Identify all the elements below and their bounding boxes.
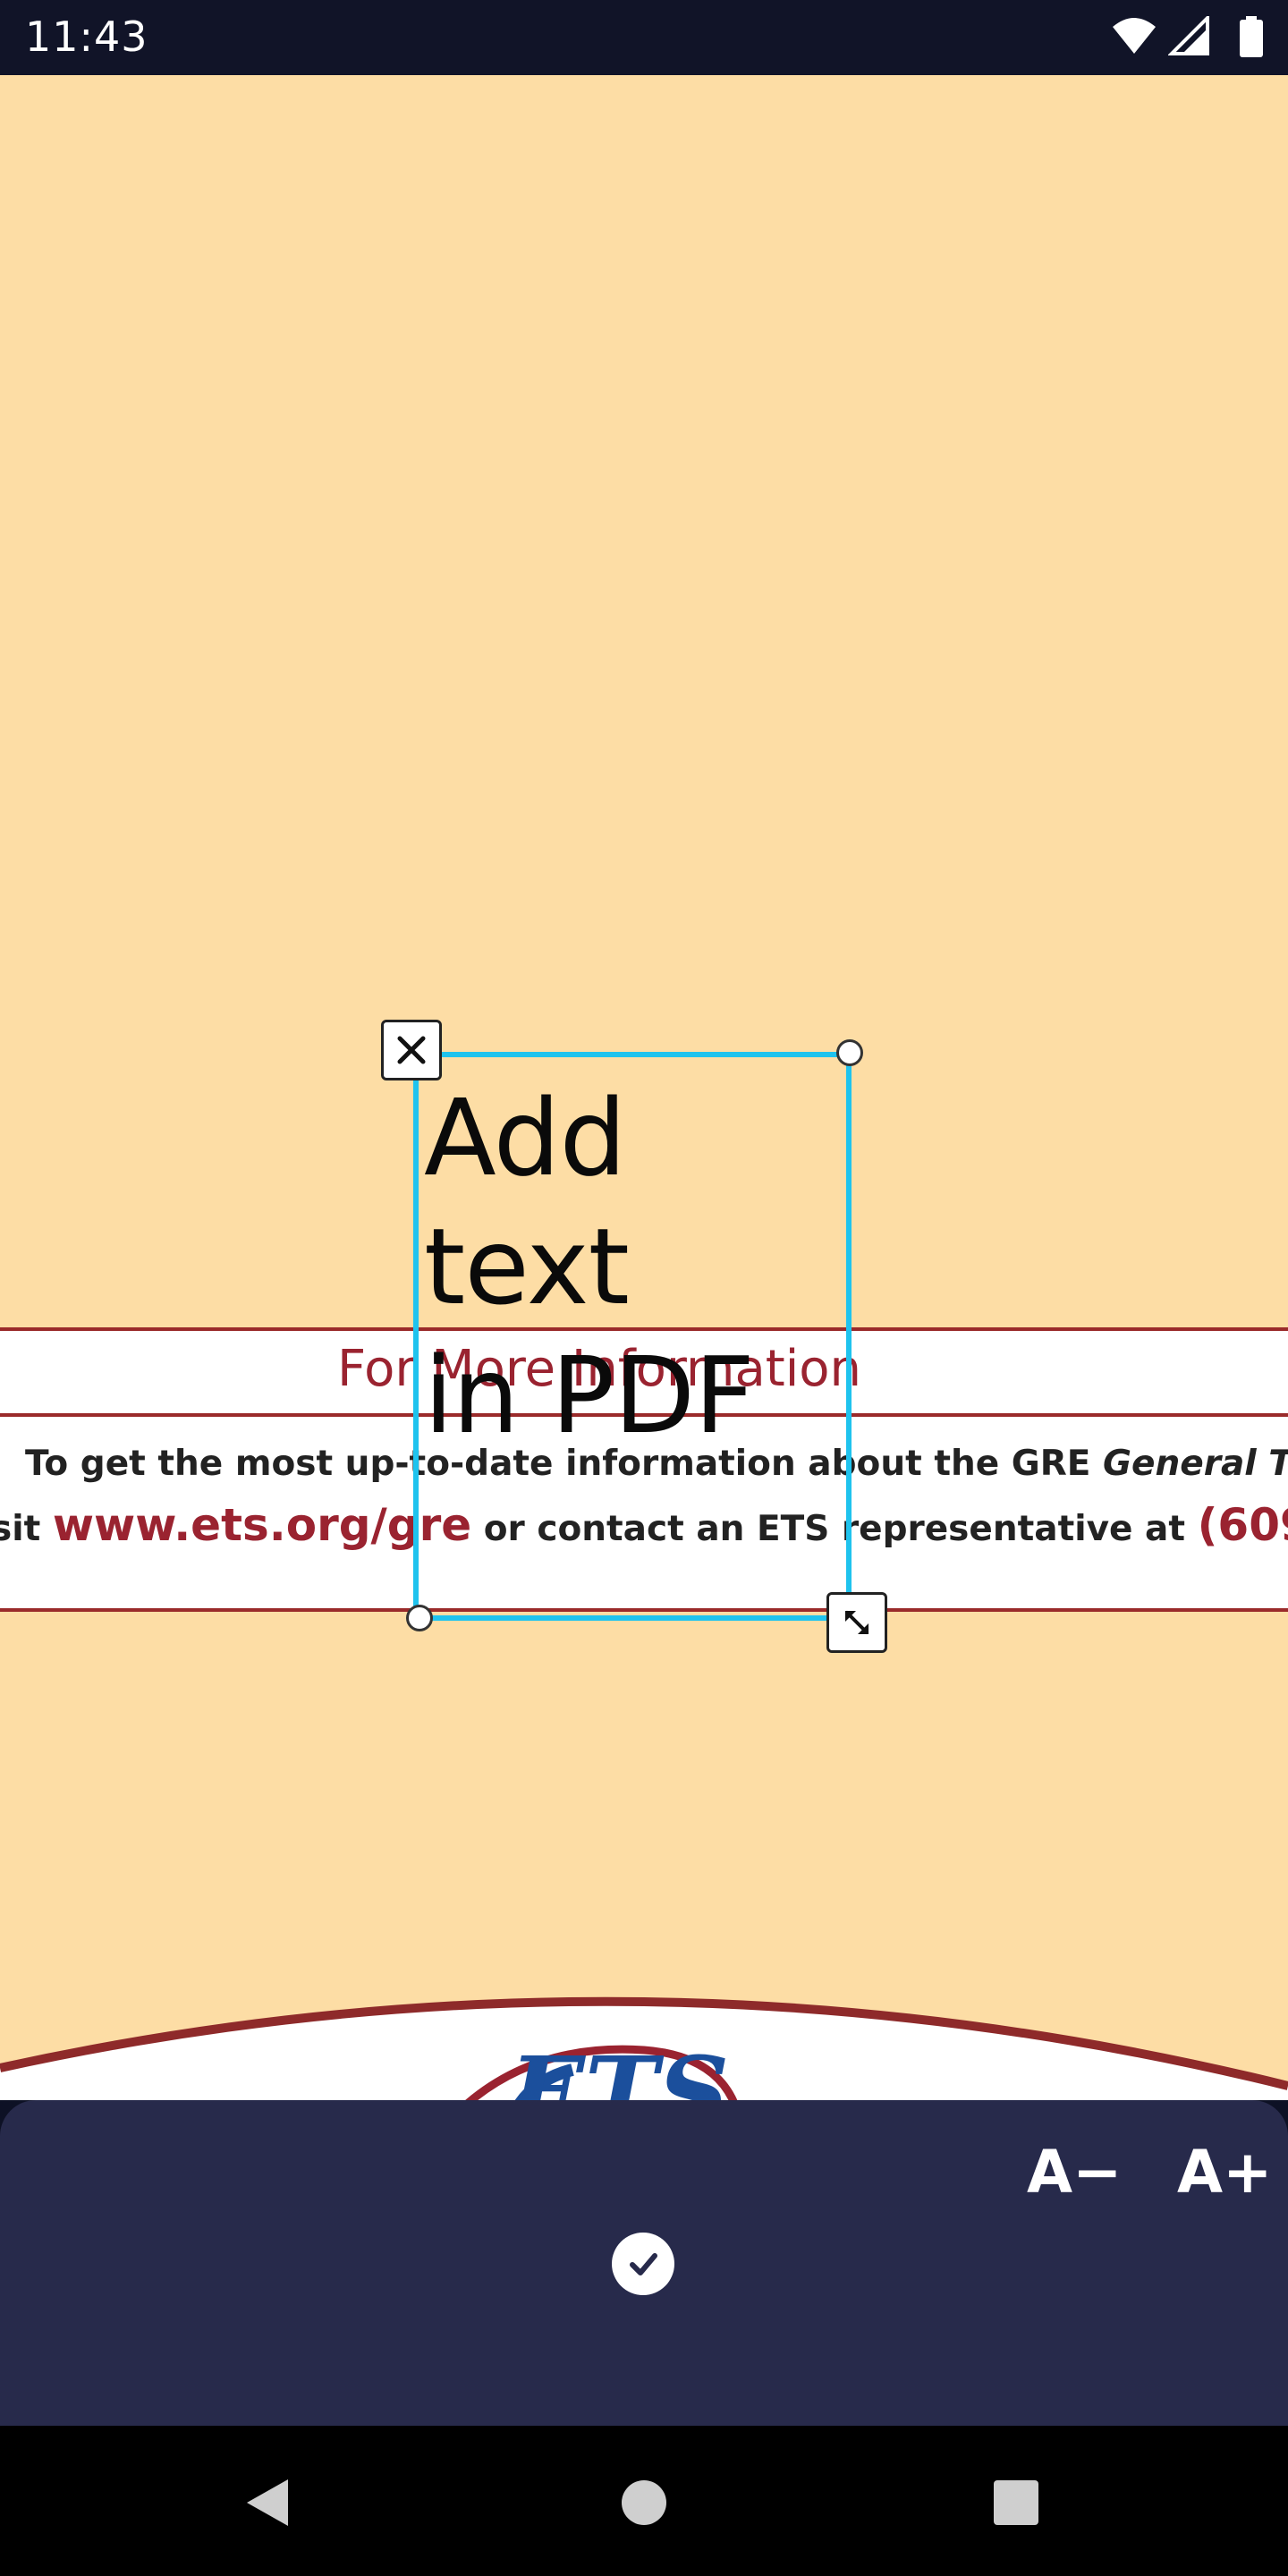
status-bar: 11:43: [0, 0, 1288, 75]
confirm-button[interactable]: [612, 2233, 674, 2295]
cell-signal-icon: [1168, 16, 1209, 55]
footer-arc: ETS: [0, 1996, 1288, 2100]
text-edit-toolbar: A− A+: [0, 2100, 1288, 2426]
resize-annotation-button[interactable]: [826, 1592, 887, 1653]
ets-logo-text: ETS: [507, 2035, 729, 2100]
close-icon: [397, 1036, 426, 1064]
text-annotation-box[interactable]: Add text in PDF: [413, 1052, 852, 1621]
increase-font-button[interactable]: A+: [1177, 2138, 1272, 2207]
ets-phone-number: (609) 683-2: [1197, 1499, 1288, 1551]
battery-icon: [1240, 16, 1263, 57]
rotate-handle[interactable]: [836, 1039, 863, 1066]
navigation-bar: [0, 2426, 1288, 2576]
ets-website-link[interactable]: www.ets.org/gre: [53, 1499, 471, 1551]
annotation-text[interactable]: Add text in PDF: [424, 1073, 853, 1460]
status-time: 11:43: [25, 13, 148, 61]
bottom-left-handle[interactable]: [406, 1605, 433, 1631]
info-line-2-prefix: sit: [0, 1509, 41, 1549]
decrease-font-button[interactable]: A−: [1027, 2138, 1122, 2207]
check-icon: [630, 2253, 657, 2275]
delete-annotation-button[interactable]: [381, 1020, 442, 1080]
pdf-page[interactable]: For More Information To get the most up-…: [0, 75, 1288, 2100]
info-line-1-italic: General Test: [1103, 1444, 1288, 1484]
recents-icon[interactable]: [989, 2476, 1043, 2529]
home-icon[interactable]: [617, 2476, 671, 2529]
back-icon[interactable]: [242, 2476, 295, 2529]
resize-icon: [845, 1611, 869, 1634]
wifi-icon: [1113, 18, 1156, 54]
